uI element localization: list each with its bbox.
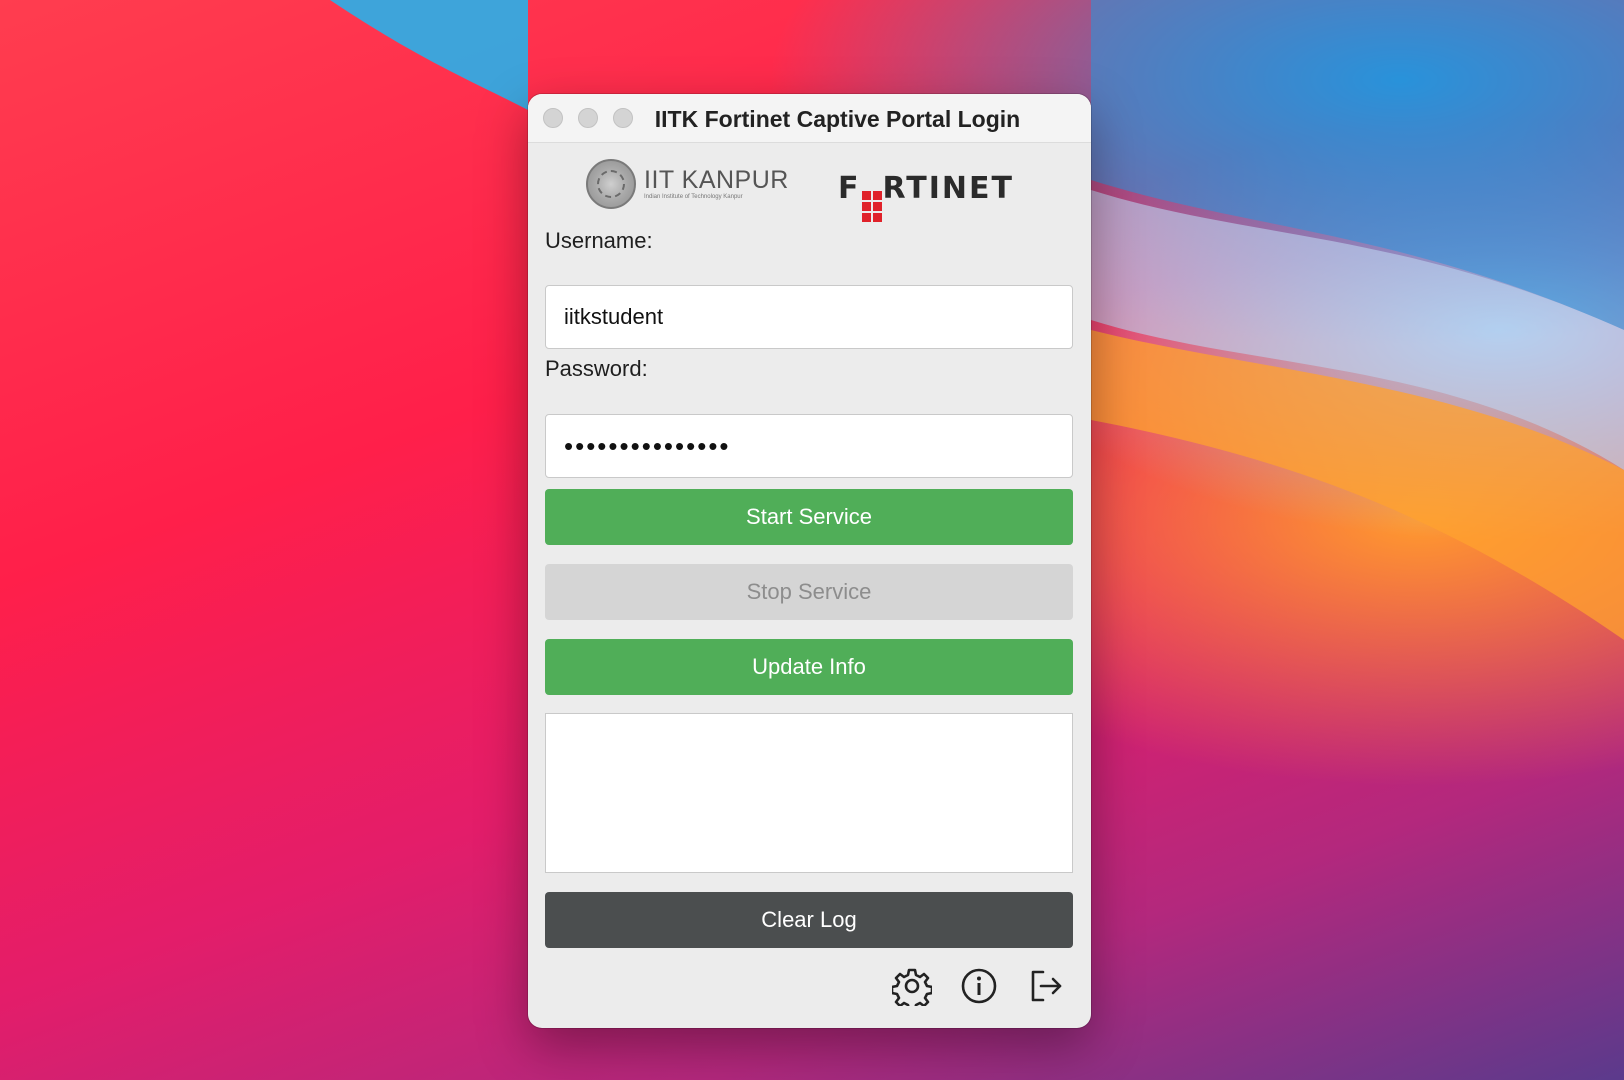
password-label: Password: [545,356,648,381]
stop-service-button[interactable]: Stop Service [545,564,1073,620]
username-label: Username: [545,228,653,253]
clear-log-button[interactable]: Clear Log [545,892,1073,948]
title-bar[interactable]: IITK Fortinet Captive Portal Login [528,94,1091,143]
app-window: IITK Fortinet Captive Portal Login IIT K… [528,94,1091,1028]
gear-icon[interactable] [892,966,932,1006]
info-icon[interactable] [959,966,999,1006]
iitk-logo-subtitle: Indian Institute of Technology Kanpur [644,194,743,200]
iitk-seal-icon [586,159,636,209]
update-info-button[interactable]: Update Info [545,639,1073,695]
fortinet-logo-mark [861,191,882,222]
window-title: IITK Fortinet Captive Portal Login [654,106,1021,132]
iitk-logo-name: IIT KANPUR [644,166,789,194]
start-service-button[interactable]: Start Service [545,489,1073,545]
username-field[interactable]: iitkstudent [545,285,1073,349]
password-field[interactable]: ••••••••••••••• [545,414,1073,478]
logout-icon[interactable] [1026,966,1066,1006]
fortinet-logo: F RTINET [838,171,1014,222]
log-area[interactable] [545,713,1073,873]
iitk-logo: IIT KANPUR Indian Institute of Technolog… [586,159,789,209]
logo-row: IIT KANPUR Indian Institute of Technolog… [528,143,1091,233]
